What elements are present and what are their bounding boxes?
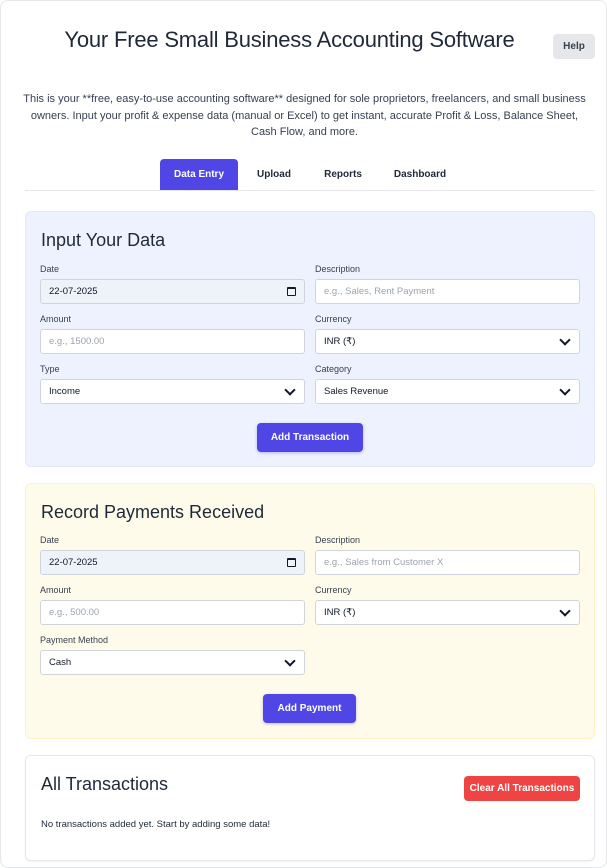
description-input[interactable]: e.g., Sales, Rent Payment: [315, 279, 580, 304]
clear-all-transactions-button[interactable]: Clear All Transactions: [464, 776, 580, 801]
currency-field-group: Currency INR (₹): [315, 314, 580, 354]
calendar-icon[interactable]: [287, 558, 296, 567]
amount-label: Amount: [40, 314, 72, 324]
category-value: Sales Revenue: [324, 386, 389, 397]
payment-method-label: Payment Method: [40, 635, 109, 645]
date-label: Date: [40, 264, 60, 274]
transactions-title: All Transactions: [41, 774, 169, 794]
payment-date-value: 22-07-2025: [49, 557, 98, 568]
tab-bar: Data Entry Upload Reports Dashboard: [25, 159, 595, 191]
input-data-card: Input Your Data Date 22-07-2025 Descript…: [25, 211, 595, 467]
intro-text: This is your **free, easy-to-use account…: [23, 93, 586, 138]
payment-amount-input[interactable]: e.g., 500.00: [40, 600, 305, 625]
category-label: Category: [315, 364, 352, 374]
type-field-group: Type Income: [40, 364, 305, 404]
payment-date-field-group: Date 22-07-2025: [40, 535, 305, 575]
amount-placeholder: e.g., 1500.00: [49, 336, 105, 347]
payment-currency-label: Currency: [315, 585, 352, 595]
amount-input[interactable]: e.g., 1500.00: [40, 329, 305, 354]
amount-field-group: Amount e.g., 1500.00: [40, 314, 305, 354]
add-payment-button[interactable]: Add Payment: [263, 694, 356, 723]
app-page: Your Free Small Business Accounting Soft…: [0, 0, 607, 868]
transactions-card: All Transactions Clear All Transactions …: [25, 755, 595, 861]
empty-transactions-message: No transactions added yet. Start by addi…: [41, 819, 271, 830]
payment-method-select[interactable]: Cash: [40, 650, 305, 675]
description-field-group: Description e.g., Sales, Rent Payment: [315, 264, 580, 304]
payment-date-label: Date: [40, 535, 60, 545]
date-value: 22-07-2025: [49, 286, 98, 297]
description-placeholder: e.g., Sales, Rent Payment: [324, 286, 435, 297]
chevron-down-icon: [284, 383, 296, 396]
payment-description-placeholder: e.g., Sales from Customer X: [324, 557, 444, 568]
type-select[interactable]: Income: [40, 379, 305, 404]
date-input[interactable]: 22-07-2025: [40, 279, 305, 304]
tab-dashboard[interactable]: Dashboard: [385, 159, 455, 190]
help-button[interactable]: Help: [553, 34, 595, 59]
payment-date-input[interactable]: 22-07-2025: [40, 550, 305, 575]
chevron-down-icon: [559, 604, 571, 617]
calendar-icon[interactable]: [287, 287, 296, 296]
currency-value: INR (₹): [324, 336, 356, 347]
currency-label: Currency: [315, 314, 352, 324]
type-value: Income: [49, 386, 81, 397]
payment-method-field-group: Payment Method Cash: [40, 635, 305, 675]
payments-card: Record Payments Received Date 22-07-2025…: [25, 483, 595, 739]
payment-currency-field-group: Currency INR (₹): [315, 585, 580, 625]
payment-currency-select[interactable]: INR (₹): [315, 600, 580, 625]
payment-description-label: Description: [315, 535, 361, 545]
category-field-group: Category Sales Revenue: [315, 364, 580, 404]
chevron-down-icon: [284, 654, 296, 667]
description-label: Description: [315, 264, 361, 274]
payments-title: Record Payments Received: [41, 502, 265, 522]
payment-description-field-group: Description e.g., Sales from Customer X: [315, 535, 580, 575]
type-label: Type: [40, 364, 60, 374]
category-select[interactable]: Sales Revenue: [315, 379, 580, 404]
add-transaction-button[interactable]: Add Transaction: [257, 423, 363, 452]
tab-reports[interactable]: Reports: [313, 159, 373, 190]
currency-select[interactable]: INR (₹): [315, 329, 580, 354]
payment-description-input[interactable]: e.g., Sales from Customer X: [315, 550, 580, 575]
payment-amount-field-group: Amount e.g., 500.00: [40, 585, 305, 625]
chevron-down-icon: [559, 383, 571, 396]
payment-currency-value: INR (₹): [324, 607, 356, 618]
payment-method-value: Cash: [49, 657, 72, 668]
date-field-group: Date 22-07-2025: [40, 264, 305, 304]
tab-upload[interactable]: Upload: [247, 159, 301, 190]
chevron-down-icon: [559, 333, 571, 346]
payment-amount-label: Amount: [40, 585, 72, 595]
tab-data-entry[interactable]: Data Entry: [160, 159, 238, 190]
payment-amount-placeholder: e.g., 500.00: [49, 607, 100, 618]
input-data-title: Input Your Data: [41, 230, 166, 250]
page-title: Your Free Small Business Accounting Soft…: [64, 27, 515, 52]
